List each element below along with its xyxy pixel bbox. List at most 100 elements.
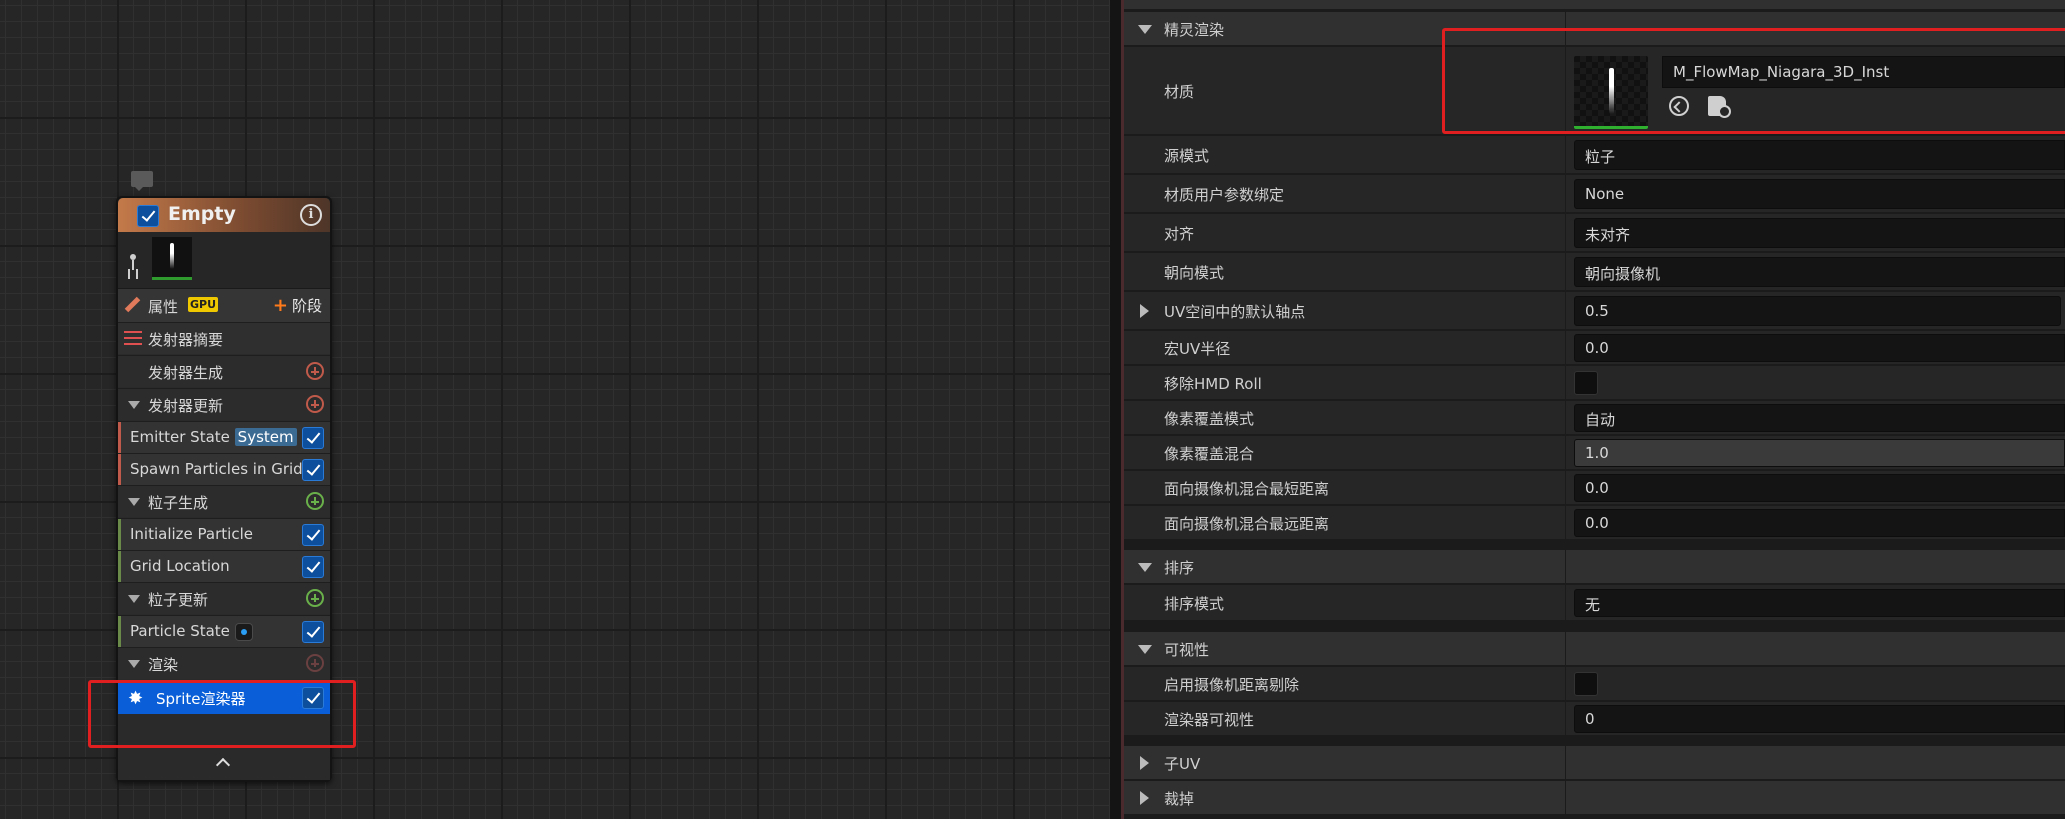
emitter-update-row[interactable]: 发射器更新: [118, 388, 330, 420]
module-enable-checkbox[interactable]: [302, 459, 324, 481]
property-label: 排序模式: [1164, 595, 1225, 613]
item-label: Emitter State: [130, 428, 230, 446]
info-icon[interactable]: i: [300, 204, 322, 226]
add-module-icon[interactable]: [306, 492, 324, 510]
item-label: 发射器更新: [148, 397, 224, 415]
section-label: 子UV: [1164, 755, 1201, 773]
expand-arrow-icon[interactable]: [1140, 791, 1149, 805]
particle-spawn-row[interactable]: 粒子生成: [118, 485, 330, 517]
section-cull[interactable]: 裁掉: [1124, 781, 2065, 815]
add-module-icon[interactable]: [306, 362, 324, 380]
system-tag: System: [234, 428, 297, 446]
remove-hmd-roll-checkbox[interactable]: [1574, 371, 1598, 395]
property-row: 启用摄像机距离剔除: [1124, 667, 2065, 701]
property-label: 渲染器可视性: [1164, 711, 1255, 729]
property-label: 移除HMD Roll: [1164, 375, 1262, 393]
macro-uv-radius-input[interactable]: 0.0: [1574, 334, 2065, 362]
module-row[interactable]: Initialize Particle: [118, 518, 330, 550]
pixel-coverage-mode-dropdown[interactable]: 自动: [1574, 404, 2065, 432]
node-graph-canvas[interactable]: Empty i 属性 GPU + 阶段 发射器摘要 发射器生成 发射器更新 Em…: [0, 0, 1110, 819]
plus-icon: +: [272, 295, 288, 316]
module-enable-checkbox[interactable]: [302, 524, 324, 546]
source-mode-dropdown[interactable]: 粒子: [1574, 140, 2065, 170]
collapse-arrow-icon[interactable]: [1138, 25, 1152, 34]
collapse-arrow-icon[interactable]: [128, 595, 140, 603]
section-sort[interactable]: 排序: [1124, 550, 2065, 584]
module-enable-checkbox[interactable]: [302, 621, 324, 643]
section-visibility[interactable]: 可视性: [1124, 632, 2065, 666]
pivot-input[interactable]: 0.5: [1574, 296, 2061, 326]
highlight-box: [88, 680, 356, 748]
list-icon: [124, 331, 142, 345]
module-row[interactable]: Grid Location: [118, 550, 330, 582]
particle-update-row[interactable]: 粒子更新: [118, 582, 330, 614]
section-header-clipped: [1124, 0, 2065, 10]
property-label: 面向摄像机混合最短距离: [1164, 480, 1330, 498]
camera-distance-cull-checkbox[interactable]: [1574, 672, 1598, 696]
module-row[interactable]: Spawn Particles in Grid: [118, 453, 330, 485]
section-label: 裁掉: [1164, 790, 1195, 808]
collapse-arrow-icon[interactable]: [1138, 563, 1152, 572]
property-label: 宏UV半径: [1164, 340, 1231, 358]
camera-blend-max-input[interactable]: 0.0: [1574, 509, 2065, 537]
collapse-arrow-icon[interactable]: [128, 660, 140, 668]
highlight-box: [1442, 28, 2065, 134]
item-label: 发射器摘要: [148, 331, 224, 349]
property-label: 像素覆盖模式: [1164, 410, 1255, 428]
comment-icon[interactable]: [131, 171, 153, 191]
property-row: 宏UV半径 0.0: [1124, 331, 2065, 365]
property-row: 像素覆盖模式 自动: [1124, 401, 2065, 435]
item-label: Initialize Particle: [130, 525, 253, 543]
collapse-arrow-icon[interactable]: [128, 401, 140, 409]
item-label: 渲染: [148, 656, 179, 674]
material-param-binding-dropdown[interactable]: None: [1574, 179, 2065, 209]
collapse-arrow-icon[interactable]: [1138, 645, 1152, 654]
add-module-icon[interactable]: [306, 395, 324, 413]
panel-splitter[interactable]: [1110, 0, 1124, 819]
property-row: 材质用户参数绑定 None: [1124, 175, 2065, 213]
emitter-summary-row[interactable]: 发射器摘要: [118, 322, 330, 354]
add-module-icon[interactable]: [306, 654, 324, 672]
pencil-icon: [124, 296, 142, 314]
pixel-coverage-blend-slider[interactable]: 1.0: [1574, 439, 2065, 467]
emitter-preview-row: [118, 232, 330, 288]
stage-label: 阶段: [291, 297, 322, 315]
render-row[interactable]: 渲染: [118, 647, 330, 679]
collapse-arrow-icon[interactable]: [128, 498, 140, 506]
property-label: 材质用户参数绑定: [1164, 186, 1285, 204]
module-row[interactable]: Emitter State System: [118, 421, 330, 453]
camera-blend-min-input[interactable]: 0.0: [1574, 474, 2065, 502]
property-row: 对齐 未对齐: [1124, 214, 2065, 252]
renderer-visibility-input[interactable]: 0: [1574, 705, 2065, 733]
item-label: 发射器生成: [148, 364, 224, 382]
property-label: 朝向模式: [1164, 264, 1225, 282]
sort-mode-dropdown[interactable]: 无: [1574, 589, 2065, 617]
emitter-thumbnail[interactable]: [152, 237, 192, 280]
chevron-up-icon: [215, 757, 231, 773]
add-module-icon[interactable]: [306, 589, 324, 607]
item-label: 粒子更新: [148, 591, 209, 609]
item-label: 粒子生成: [148, 494, 209, 512]
emitter-node-header[interactable]: Empty i: [118, 198, 330, 232]
facing-mode-dropdown[interactable]: 朝向摄像机: [1574, 257, 2065, 287]
collapse-node-button[interactable]: [118, 746, 330, 780]
item-label: Spawn Particles in Grid: [130, 460, 303, 478]
emitter-enable-checkbox[interactable]: [137, 205, 159, 227]
property-label: 源模式: [1164, 147, 1210, 165]
property-row: 移除HMD Roll: [1124, 366, 2065, 400]
properties-label: 属性: [148, 298, 179, 316]
properties-row[interactable]: 属性 GPU + 阶段: [118, 288, 330, 322]
alignment-dropdown[interactable]: 未对齐: [1574, 218, 2065, 248]
section-sub-uv[interactable]: 子UV: [1124, 746, 2065, 780]
expand-arrow-icon[interactable]: [1140, 304, 1149, 318]
expand-arrow-icon[interactable]: [1140, 756, 1149, 770]
add-stage-button[interactable]: + 阶段: [273, 295, 322, 316]
property-row: 面向摄像机混合最远距离 0.0: [1124, 506, 2065, 540]
material-label: 材质: [1164, 83, 1195, 101]
emitter-spawn-row[interactable]: 发射器生成: [118, 355, 330, 387]
module-row[interactable]: Particle State: [118, 615, 330, 647]
module-enable-checkbox[interactable]: [302, 427, 324, 449]
module-enable-checkbox[interactable]: [302, 556, 324, 578]
item-label: Particle State: [130, 622, 230, 640]
property-row: 排序模式 无: [1124, 585, 2065, 621]
